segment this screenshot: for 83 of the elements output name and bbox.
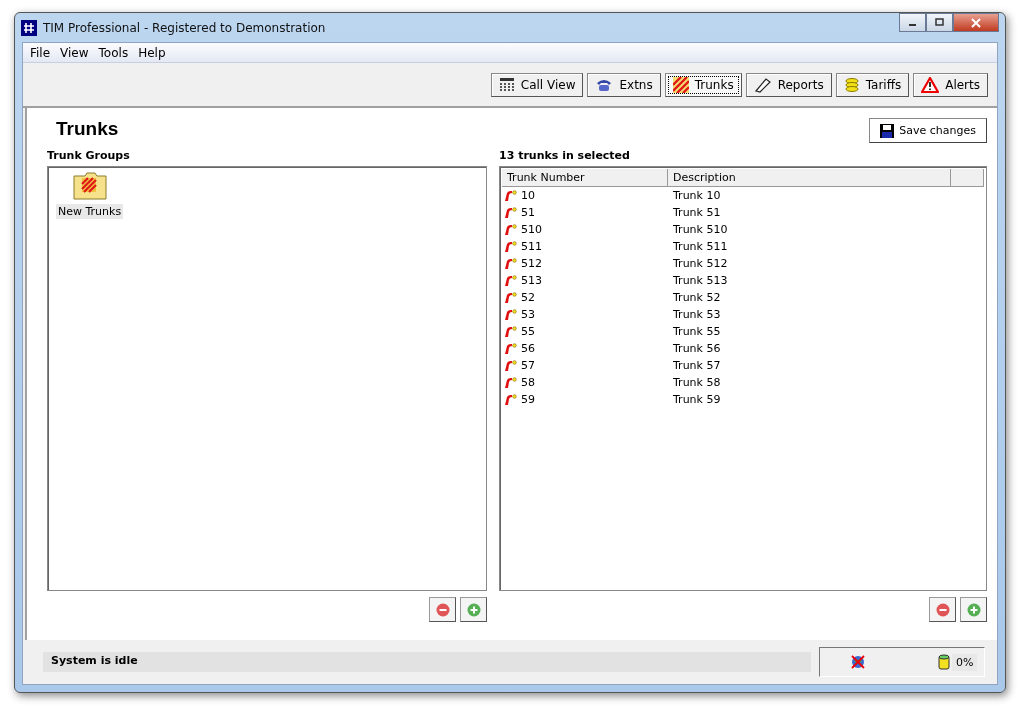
toolbar-button[interactable]: Reports bbox=[745, 72, 832, 97]
trunk-icon bbox=[504, 325, 517, 338]
plus-icon bbox=[966, 602, 981, 617]
trunk-description: Trunk 53 bbox=[672, 308, 722, 321]
trunk-icon bbox=[504, 393, 517, 406]
menu-item[interactable]: View bbox=[55, 45, 94, 60]
usage-percent: 0% bbox=[952, 653, 978, 671]
trunk-icon bbox=[504, 223, 517, 236]
app-icon bbox=[21, 19, 37, 36]
trunk-description: Trunk 512 bbox=[672, 257, 729, 270]
remove-button[interactable] bbox=[929, 597, 956, 622]
grid-icon bbox=[498, 76, 515, 93]
trunk-description: Trunk 55 bbox=[672, 325, 722, 338]
database-icon bbox=[938, 654, 950, 670]
trunk-number: 51 bbox=[521, 206, 535, 219]
group-label: New Trunks bbox=[56, 204, 124, 219]
remove-button[interactable] bbox=[429, 597, 456, 622]
trunk-icon bbox=[504, 359, 517, 372]
folder-icon bbox=[72, 172, 107, 200]
trunk-number: 10 bbox=[521, 189, 535, 202]
trunk-icon bbox=[504, 240, 517, 253]
page-title: Trunks bbox=[55, 118, 119, 140]
trunk-number: 513 bbox=[521, 274, 542, 287]
toolbar-button[interactable]: Extns bbox=[587, 72, 661, 97]
column-header[interactable]: Trunk Number bbox=[502, 169, 668, 186]
trunk-number: 53 bbox=[521, 308, 535, 321]
section-heading: 13 trunks in selected bbox=[499, 149, 631, 164]
plus-icon bbox=[466, 602, 481, 617]
maximize-button[interactable] bbox=[926, 13, 953, 32]
trunk-icon bbox=[504, 376, 517, 389]
maximize-icon bbox=[935, 18, 944, 27]
trunk-description: Trunk 513 bbox=[672, 274, 729, 287]
save-button[interactable]: Save changes bbox=[869, 118, 987, 143]
menu-item[interactable]: File bbox=[25, 45, 56, 60]
section-heading: Trunk Groups bbox=[47, 149, 131, 164]
add-button[interactable] bbox=[460, 597, 487, 622]
trunk-number: 511 bbox=[521, 240, 542, 253]
trunk-description: Trunk 57 bbox=[672, 359, 722, 372]
close-icon bbox=[971, 17, 981, 28]
pen-icon bbox=[753, 76, 772, 93]
trunk-number: 58 bbox=[521, 376, 535, 389]
trunk-icon bbox=[504, 206, 517, 219]
trunk-icon bbox=[504, 308, 517, 321]
trunk-number: 55 bbox=[521, 325, 535, 338]
disconnected-icon bbox=[850, 654, 866, 670]
toolbar-button[interactable]: Tariffs bbox=[835, 72, 910, 97]
trunk-number: 59 bbox=[521, 393, 535, 406]
trunk-number: 510 bbox=[521, 223, 542, 236]
floppy-icon bbox=[880, 123, 895, 138]
trunk-icon bbox=[504, 291, 517, 304]
trunk-number: 52 bbox=[521, 291, 535, 304]
trunk-icon bbox=[504, 274, 517, 287]
trunk-icon bbox=[504, 189, 517, 202]
trunk-description: Trunk 58 bbox=[672, 376, 722, 389]
menu-item[interactable]: Tools bbox=[93, 45, 134, 60]
trunk-description: Trunk 51 bbox=[672, 206, 722, 219]
window-title: TIM Professional - Registered to Demonstration bbox=[43, 20, 326, 35]
menu-item[interactable]: Help bbox=[133, 45, 171, 60]
status-message: System is idle bbox=[43, 652, 811, 672]
toolbar-button[interactable]: Alerts bbox=[913, 72, 988, 97]
trunk-description: Trunk 52 bbox=[672, 291, 722, 304]
add-button[interactable] bbox=[960, 597, 987, 622]
group-item[interactable]: New Trunks bbox=[56, 172, 124, 219]
trunk-number: 512 bbox=[521, 257, 542, 270]
trunk-icon bbox=[504, 342, 517, 355]
trunk-description: Trunk 511 bbox=[672, 240, 729, 253]
trunk-description: Trunk 10 bbox=[672, 189, 722, 202]
trunk-description: Trunk 59 bbox=[672, 393, 722, 406]
trunk-description: Trunk 56 bbox=[672, 342, 722, 355]
coins-icon bbox=[843, 76, 860, 93]
minus-icon bbox=[435, 602, 450, 617]
warning-icon bbox=[921, 76, 940, 93]
close-button[interactable] bbox=[953, 13, 999, 32]
trunk-description: Trunk 510 bbox=[672, 223, 729, 236]
trunk-icon bbox=[504, 257, 517, 270]
striped-icon bbox=[672, 76, 689, 93]
toolbar-button[interactable]: Trunks bbox=[664, 72, 742, 97]
toolbar-button[interactable]: Call View bbox=[490, 72, 584, 97]
trunk-number: 57 bbox=[521, 359, 535, 372]
column-header[interactable]: Description bbox=[668, 169, 951, 186]
minimize-button[interactable] bbox=[899, 13, 926, 32]
trunk-number: 56 bbox=[521, 342, 535, 355]
minus-icon bbox=[935, 602, 950, 617]
